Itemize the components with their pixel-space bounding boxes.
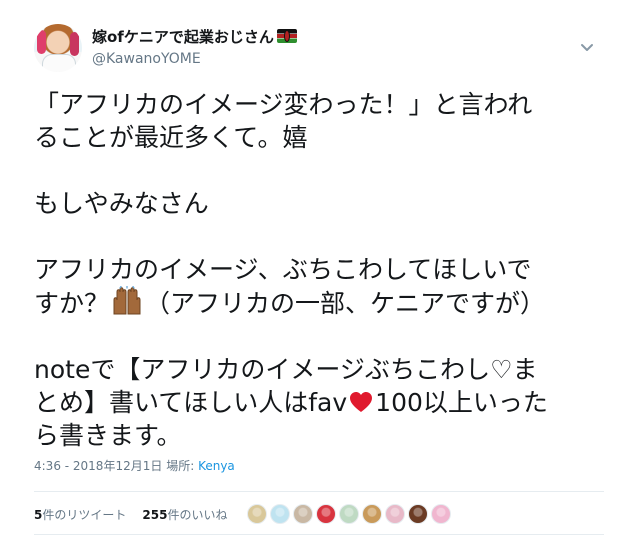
tweet-line: アフリカのイメージ、ぶちこわしてほしいで bbox=[34, 255, 532, 284]
liker-avatar[interactable] bbox=[293, 504, 314, 524]
tweet-text: 「アフリカのイメージ変わった！」と言われ ることが最近多くて。嬉 もしやみなさん… bbox=[34, 88, 604, 452]
liker-avatar[interactable] bbox=[431, 504, 452, 524]
liker-avatar[interactable] bbox=[270, 504, 291, 524]
tweet-line: とめ】書いてほしい人はfav 100以上いった bbox=[34, 386, 604, 419]
liker-avatars bbox=[247, 504, 454, 524]
tweet-line: ることが最近多くて。嬉 bbox=[34, 123, 308, 152]
user-handle[interactable]: @KawanoYOME bbox=[92, 50, 201, 68]
liker-avatar[interactable] bbox=[362, 504, 383, 524]
tweet-line: 「アフリカのイメージ変わった！」と言われ bbox=[34, 90, 533, 119]
place-link[interactable]: Kenya bbox=[198, 459, 235, 473]
kenya-flag-icon bbox=[276, 29, 297, 43]
chevron-down-icon[interactable] bbox=[580, 40, 594, 54]
tweet-line-text: （アフリカの一部、ケニアですが） bbox=[145, 289, 546, 318]
red-heart-emoji bbox=[350, 392, 373, 412]
display-name-text: 嫁ofケニアで起業おじさん bbox=[92, 28, 274, 46]
divider bbox=[34, 534, 604, 535]
divider bbox=[34, 491, 604, 492]
tweet-line-text: 100以上いった bbox=[375, 388, 548, 417]
retweet-stat[interactable]: 5件のリツイート bbox=[34, 506, 126, 523]
raised-hands-emoji bbox=[113, 286, 141, 315]
tweet-stats: 5件のリツイート 255件のいいね bbox=[34, 500, 454, 528]
tweet-line-text: とめ】書いてほしい人はfav bbox=[34, 388, 348, 417]
liker-avatar[interactable] bbox=[385, 504, 406, 524]
like-stat[interactable]: 255件のいいね bbox=[142, 506, 227, 523]
tweet-meta: 4:36 - 2018年12月1日 場所: Kenya bbox=[34, 458, 235, 474]
display-name[interactable]: 嫁ofケニアで起業おじさん bbox=[92, 28, 297, 46]
tweet-line: noteで【アフリカのイメージぶちこわし♡ま bbox=[34, 355, 538, 384]
liker-avatar[interactable] bbox=[339, 504, 360, 524]
tweet-line-text: すか？ bbox=[34, 289, 110, 318]
liker-avatar[interactable] bbox=[408, 504, 429, 524]
like-label: 件のいいね bbox=[167, 507, 228, 522]
liker-avatar[interactable] bbox=[247, 504, 268, 524]
avatar[interactable] bbox=[34, 24, 82, 72]
like-count: 255 bbox=[142, 507, 168, 522]
liker-avatar[interactable] bbox=[316, 504, 337, 524]
tweet-timestamp[interactable]: 4:36 - 2018年12月1日 bbox=[34, 459, 162, 473]
tweet-line: もしやみなさん bbox=[34, 189, 209, 218]
tweet-header: 嫁ofケニアで起業おじさん @KawanoYOME bbox=[34, 24, 604, 74]
place-label: 場所: bbox=[166, 459, 195, 473]
tweet-line: ら書きます。 bbox=[34, 421, 182, 450]
tweet-line: すか？ （アフリカの一部、ケニアですが） bbox=[34, 286, 604, 320]
retweet-label: 件のリツイート bbox=[42, 507, 127, 522]
